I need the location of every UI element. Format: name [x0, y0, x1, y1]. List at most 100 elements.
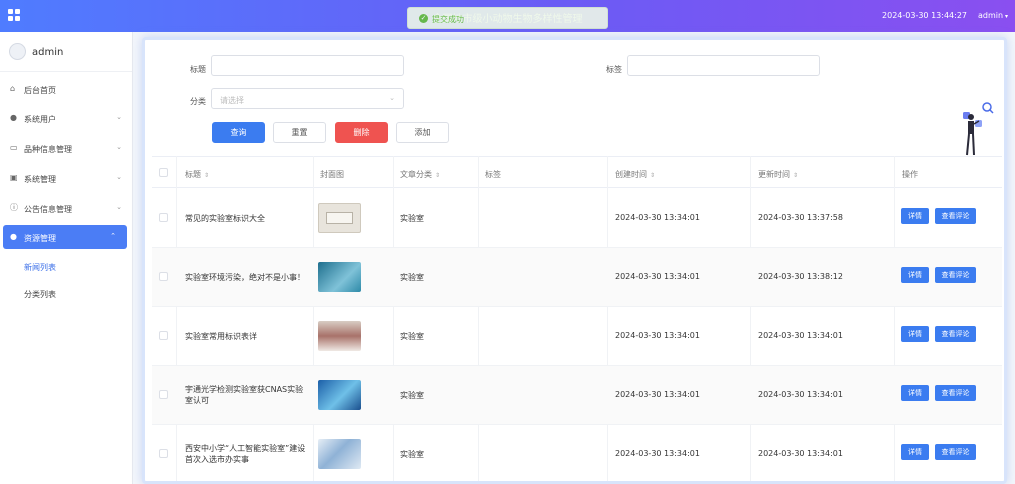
column-cover: 封面图 — [320, 170, 344, 179]
chevron-down-icon: ⌄ — [116, 173, 122, 181]
chevron-up-icon: ⌃ — [110, 232, 116, 240]
table-row: 宇通光学检测实验室获CNAS实验室认可 实验室 2024-03-30 13:34… — [152, 366, 1002, 425]
row-checkbox[interactable] — [159, 390, 168, 399]
sidebar-item-species[interactable]: ▭ 品种信息管理 ⌄ — [0, 136, 133, 160]
category-select-placeholder: 请选择 — [220, 96, 244, 105]
sort-icon: ⇕ — [650, 172, 656, 179]
column-title[interactable]: 标题 ⇕ — [185, 169, 209, 180]
detail-button[interactable]: 详情 — [901, 267, 929, 283]
info-icon: ⓘ — [10, 203, 18, 212]
row-checkbox[interactable] — [159, 272, 168, 281]
main-content: 标题 标签 分类 请选择 ⌄ 查询 重置 删除 添加 标题 ⇕ 封面图 文章分类 ⇕… — [142, 37, 1007, 484]
row-title: 实验室环境污染，绝对不是小事！ — [185, 273, 305, 282]
column-updated-label: 更新时间 — [758, 170, 790, 179]
row-title: 西安中小学“人工智能实验室”建设首次入选市办实事 — [185, 444, 306, 464]
cover-image — [318, 203, 361, 233]
column-title-label: 标题 — [185, 170, 201, 179]
check-circle-icon: ✓ — [419, 14, 428, 23]
row-updated: 2024-03-30 13:34:01 — [758, 449, 843, 458]
sidebar-item-home[interactable]: ⌂ 后台首页 — [0, 77, 133, 101]
column-tags: 标签 — [485, 170, 501, 179]
avatar[interactable] — [9, 43, 26, 60]
sidebar-item-system-users[interactable]: ● 系统用户 ⌄ — [0, 106, 133, 130]
chevron-down-icon: ⌄ — [116, 143, 122, 151]
row-updated: 2024-03-30 13:37:58 — [758, 213, 843, 222]
delete-button[interactable]: 删除 — [335, 122, 388, 143]
detail-button[interactable]: 详情 — [901, 385, 929, 401]
toast-message: 提交成功 — [432, 15, 464, 24]
sidebar-subitem-news-list[interactable]: 新闻列表 — [24, 262, 56, 273]
detail-button[interactable]: 详情 — [901, 444, 929, 460]
success-toast: ✓ 提交成功 — [407, 7, 608, 29]
current-datetime: 2024-03-30 13:44:27 — [882, 11, 967, 20]
row-created: 2024-03-30 13:34:01 — [615, 390, 700, 399]
view-comments-button[interactable]: 查看评论 — [935, 208, 976, 224]
view-comments-button[interactable]: 查看评论 — [935, 267, 976, 283]
row-checkbox[interactable] — [159, 449, 168, 458]
tag-filter-input[interactable] — [627, 55, 820, 76]
view-comments-button[interactable]: 查看评论 — [935, 326, 976, 342]
chevron-down-icon: ⌄ — [116, 113, 122, 121]
title-filter-input[interactable] — [211, 55, 404, 76]
row-category: 实验室 — [400, 214, 424, 223]
title-filter-label: 标题 — [190, 65, 206, 74]
sort-icon: ⇕ — [204, 172, 210, 179]
sidebar-item-label: 公告信息管理 — [24, 205, 72, 214]
reset-button[interactable]: 重置 — [273, 122, 326, 143]
chart-icon: ▣ — [10, 173, 18, 182]
sidebar-profile: admin — [0, 32, 132, 72]
row-category: 实验室 — [400, 450, 424, 459]
column-updated[interactable]: 更新时间 ⇕ — [758, 169, 798, 180]
cover-image — [318, 380, 361, 410]
chevron-down-icon: ⌄ — [116, 203, 122, 211]
column-created[interactable]: 创建时间 ⇕ — [615, 169, 655, 180]
column-actions: 操作 — [902, 170, 918, 179]
detail-button[interactable]: 详情 — [901, 208, 929, 224]
row-checkbox[interactable] — [159, 331, 168, 340]
row-title: 常见的实验室标识大全 — [185, 214, 265, 223]
profile-username: admin — [32, 47, 64, 58]
add-button[interactable]: 添加 — [396, 122, 449, 143]
row-category: 实验室 — [400, 391, 424, 400]
tag-filter-label: 标签 — [606, 65, 622, 74]
column-category-label: 文章分类 — [400, 170, 432, 179]
sidebar-item-announcements[interactable]: ⓘ 公告信息管理 ⌄ — [0, 196, 133, 220]
row-updated: 2024-03-30 13:34:01 — [758, 331, 843, 340]
cover-image — [318, 262, 361, 292]
sidebar: admin ⌂ 后台首页 ● 系统用户 ⌄ ▭ 品种信息管理 ⌄ ▣ 系统管理 … — [0, 32, 133, 484]
row-created: 2024-03-30 13:34:01 — [615, 272, 700, 281]
table-row: 实验室环境污染，绝对不是小事！ 实验室 2024-03-30 13:34:01 … — [152, 248, 1002, 307]
sidebar-item-label: 系统管理 — [24, 175, 56, 184]
user-menu[interactable]: admin ▾ — [978, 11, 1008, 20]
select-all-checkbox[interactable] — [159, 168, 168, 177]
sidebar-item-system-admin[interactable]: ▣ 系统管理 ⌄ — [0, 166, 133, 190]
view-comments-button[interactable]: 查看评论 — [935, 444, 976, 460]
row-checkbox[interactable] — [159, 213, 168, 222]
row-updated: 2024-03-30 13:34:01 — [758, 390, 843, 399]
table-row: 实验室常用标识表详 实验室 2024-03-30 13:34:01 2024-0… — [152, 307, 1002, 366]
table-row: 常见的实验室标识大全 实验室 2024-03-30 13:34:01 2024-… — [152, 189, 1002, 248]
sidebar-item-resources[interactable]: ● 资源管理 ⌃ — [3, 225, 127, 249]
sidebar-subitem-category-list[interactable]: 分类列表 — [24, 289, 56, 300]
row-created: 2024-03-30 13:34:01 — [615, 449, 700, 458]
category-select[interactable]: 请选择 ⌄ — [211, 88, 404, 109]
query-button[interactable]: 查询 — [212, 122, 265, 143]
view-comments-button[interactable]: 查看评论 — [935, 385, 976, 401]
sidebar-item-label: 资源管理 — [24, 234, 56, 243]
column-category[interactable]: 文章分类 ⇕ — [400, 169, 440, 180]
cover-image — [318, 439, 361, 469]
chevron-down-icon: ▾ — [1003, 13, 1008, 20]
sort-icon: ⇕ — [793, 172, 799, 179]
sidebar-item-label: 系统用户 — [24, 115, 56, 124]
sort-icon: ⇕ — [435, 172, 441, 179]
user-menu-label: admin — [978, 11, 1004, 20]
home-icon: ⌂ — [10, 84, 16, 93]
chevron-down-icon: ⌄ — [389, 94, 395, 102]
detail-button[interactable]: 详情 — [901, 326, 929, 342]
row-title: 宇通光学检测实验室获CNAS实验室认可 — [185, 385, 304, 405]
column-created-label: 创建时间 — [615, 170, 647, 179]
table-row: 西安中小学“人工智能实验室”建设首次入选市办实事 实验室 2024-03-30 … — [152, 425, 1002, 481]
row-category: 实验室 — [400, 273, 424, 282]
card-icon: ▭ — [10, 143, 18, 152]
row-created: 2024-03-30 13:34:01 — [615, 331, 700, 340]
